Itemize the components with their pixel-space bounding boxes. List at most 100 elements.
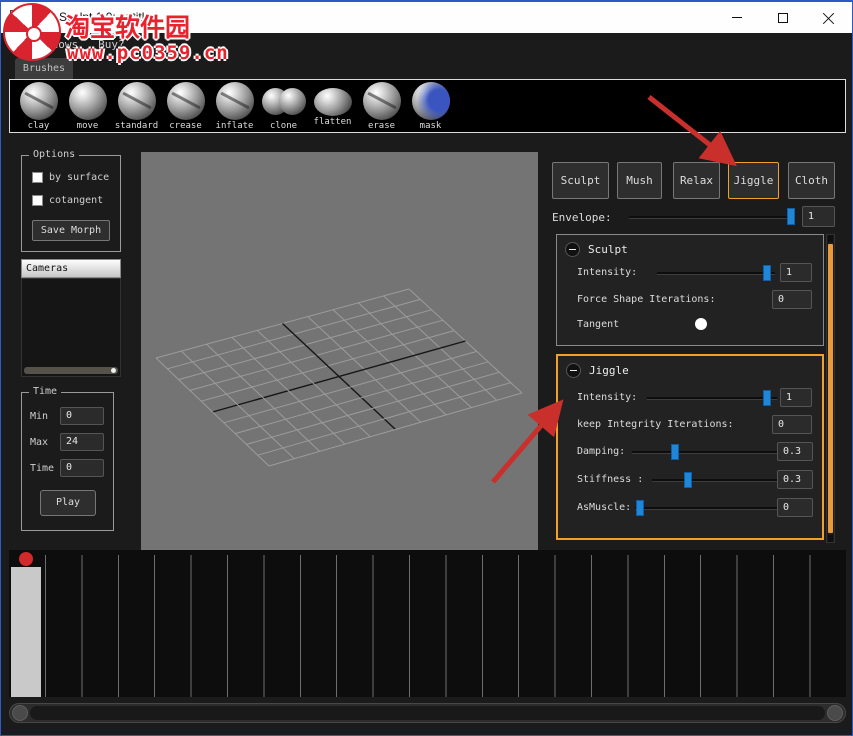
time-group: Time Min 0 Max 24 Time 0 Play [21,392,114,531]
time-title: Time [29,386,61,397]
minimize-button[interactable] [714,2,760,33]
stiffness-value[interactable]: 0.3 [777,470,813,489]
clone-brush-icon [262,82,306,120]
save-morph-button[interactable]: Save Morph [32,220,110,241]
cloth-mode-button[interactable]: Cloth [788,162,835,199]
sculpt-section-title: Sculpt [588,243,628,256]
sculpt-intensity-track[interactable] [657,272,775,275]
flatten-brush-icon [314,88,352,116]
timeline[interactable] [9,550,846,697]
panel-scrollbar-thumb[interactable] [828,244,833,533]
crease-brush-icon [167,82,205,120]
sculpt-intensity-label: Intensity: [577,267,637,278]
brush-inflate[interactable]: inflate [210,82,259,132]
sculpt-intensity-handle[interactable] [763,265,771,281]
jiggle-section: Jiggle Intensity: 1 keep Integrity Itera… [556,354,824,540]
brush-standard[interactable]: standard [112,82,161,132]
tangent-toggle[interactable] [695,318,707,330]
mask-brush-icon [412,82,450,120]
ground-grid [141,152,538,550]
damping-label: Damping: [577,446,625,457]
min-field[interactable]: 0 [60,407,104,425]
timeline-current-frame-column[interactable] [11,567,41,697]
damping-handle[interactable] [671,444,679,460]
envelope-value[interactable]: 1 [802,206,835,227]
collapse-icon[interactable] [565,242,580,257]
timeline-range-track[interactable] [30,706,825,720]
mush-mode-button[interactable]: Mush [617,162,662,199]
scroll-up-button[interactable] [828,235,833,242]
time-field[interactable]: 0 [60,459,104,477]
timeline-ticks [45,555,846,697]
minimize-icon [732,17,742,18]
sculpt-section-header: Sculpt [565,242,628,257]
jiggle-intensity-handle[interactable] [763,390,771,406]
cotangent-checkbox-icon[interactable] [32,195,43,206]
panel-scrollbar[interactable] [826,234,835,543]
keep-integrity-iterations-value[interactable]: 0 [772,415,812,434]
options-group: Options by surface cotangent Save Morph [21,155,121,252]
envelope-slider-track[interactable] [629,216,795,219]
scroll-down-button[interactable] [828,535,833,542]
timeline-range-scrollbar[interactable] [9,703,846,723]
sculpt-intensity-value[interactable]: 1 [780,263,812,282]
viewport-3d[interactable] [141,152,538,550]
brush-move[interactable]: move [63,82,112,132]
jiggle-section-title: Jiggle [589,364,629,377]
play-button[interactable]: Play [40,490,96,516]
collapse-icon[interactable] [566,363,581,378]
sculpt-mode-button[interactable]: Sculpt [552,162,609,199]
app-icon [10,10,24,24]
stiffness-handle[interactable] [684,472,692,488]
jiggle-section-header: Jiggle [566,363,629,378]
close-button[interactable] [806,2,852,33]
cameras-scrollbar[interactable] [24,367,118,374]
stiffness-track[interactable] [652,479,777,482]
cameras-header[interactable]: Cameras [21,259,121,278]
menu-item-buy[interactable]: Buy? [98,38,125,51]
damping-value[interactable]: 0.3 [777,442,813,461]
jiggle-mode-button[interactable]: Jiggle [728,162,779,199]
keep-integrity-iterations-label: keep Integrity Iterations: [577,419,734,430]
jiggle-intensity-track[interactable] [647,397,777,400]
options-title: Options [29,149,79,160]
playhead-marker[interactable] [19,552,33,566]
tangent-label: Tangent [577,319,619,330]
brush-clone[interactable]: clone [259,82,308,132]
range-right-knob[interactable] [827,705,843,721]
damping-track[interactable] [632,451,777,454]
checkbox-by-surface[interactable]: by surface [32,172,109,183]
move-brush-icon [69,82,107,120]
maximize-button[interactable] [760,2,806,33]
brush-flatten[interactable]: flatten [308,82,357,132]
menu-item-windows[interactable]: ndows [45,38,78,51]
relax-mode-button[interactable]: Relax [673,162,720,199]
inflate-brush-icon [216,82,254,120]
brush-toolbar: clay move standard crease inflate clone … [9,79,846,133]
brush-erase[interactable]: erase [357,82,406,132]
brush-mask[interactable]: mask [406,82,455,132]
brush-crease[interactable]: crease [161,82,210,132]
tab-brushes[interactable]: Brushes [15,58,73,79]
asmuscle-track[interactable] [635,507,777,510]
jiggle-intensity-value[interactable]: 1 [780,388,812,407]
checkbox-cotangent[interactable]: cotangent [32,195,103,206]
cameras-scrollbar-thumb[interactable] [111,368,116,373]
max-field[interactable]: 24 [60,433,104,451]
range-left-knob[interactable] [12,705,28,721]
force-shape-iterations-value[interactable]: 0 [772,290,812,309]
brush-clay[interactable]: clay [14,82,63,132]
sculpt-section: Sculpt Intensity: 1 Force Shape Iteratio… [556,234,824,346]
by-surface-checkbox-icon[interactable] [32,172,43,183]
jiggle-intensity-label: Intensity: [577,392,637,403]
window-title: Shot Sculpt 1.0: untitled [31,10,158,24]
asmuscle-handle[interactable] [636,500,644,516]
cameras-list[interactable] [21,278,121,377]
asmuscle-value[interactable]: 0 [777,498,813,517]
standard-brush-icon [118,82,156,120]
envelope-label: Envelope: [552,211,612,224]
envelope-slider-handle[interactable] [787,208,795,225]
stiffness-label: Stiffness : [577,474,643,485]
app-window: Shot Sculpt 1.0: untitled ndows Buy? 淘宝软… [0,0,853,736]
clay-brush-icon [20,82,58,120]
